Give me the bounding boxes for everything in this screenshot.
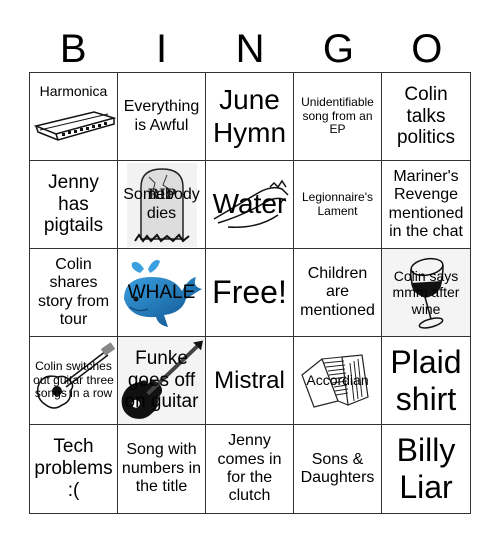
bingo-cell[interactable]: Mariner's Revenge mentioned in the chat bbox=[382, 161, 470, 249]
cell-text: Song with numbers in the title bbox=[121, 441, 202, 496]
cell-text: Mariner's Revenge mentioned in the chat bbox=[388, 167, 464, 240]
cell-text: Plaid shirt bbox=[390, 343, 462, 417]
bingo-cell[interactable]: Billy Liar bbox=[382, 425, 470, 513]
bingo-cell[interactable]: Colin switches out guitar three songs in… bbox=[30, 337, 118, 425]
cell-text: Everything is Awful bbox=[123, 98, 200, 134]
bingo-cell[interactable]: Colin talks politics bbox=[382, 73, 470, 161]
bingo-cell[interactable]: Funke goes off on guitar bbox=[118, 337, 206, 425]
bingo-cell[interactable]: RIP Somebody dies bbox=[118, 161, 206, 249]
cell-text: WHALE bbox=[127, 281, 196, 303]
bingo-cell[interactable]: Sons & Daughters bbox=[294, 425, 382, 513]
bingo-cell[interactable]: Everything is Awful bbox=[118, 73, 206, 161]
cell-text: Jenny has pigtails bbox=[43, 171, 104, 237]
bingo-cell[interactable]: Water bbox=[206, 161, 294, 249]
cell-text: Colin talks politics bbox=[396, 83, 456, 149]
bingo-cell[interactable]: Harmonica bbox=[30, 73, 118, 161]
cell-text: Colin shares story from tour bbox=[37, 255, 110, 328]
cell-text: Jenny comes in for the clutch bbox=[217, 432, 282, 505]
bingo-cell[interactable]: Colin says mmm after wine bbox=[382, 249, 470, 337]
cell-text: Funke goes off on guitar bbox=[124, 347, 199, 413]
cell-text: Billy Liar bbox=[396, 432, 456, 505]
bingo-cell[interactable]: Unidentifiable song from an EP bbox=[294, 73, 382, 161]
bingo-cell[interactable]: Tech problems :( bbox=[30, 425, 118, 513]
cell-text: Somebody dies bbox=[123, 186, 200, 222]
bingo-card: Harmonica Everything is Awful June Hymn … bbox=[29, 72, 471, 514]
bingo-header: B I N G O bbox=[29, 26, 471, 72]
bingo-cell[interactable]: Colin shares story from tour bbox=[30, 249, 118, 337]
bingo-cell[interactable]: Legionnaire's Lament bbox=[294, 161, 382, 249]
header-letter-g: G bbox=[322, 27, 354, 71]
bingo-cell[interactable]: Jenny comes in for the clutch bbox=[206, 425, 294, 513]
cell-text: Tech problems :( bbox=[34, 436, 113, 501]
bingo-cell[interactable]: WHALE bbox=[118, 249, 206, 337]
cell-text: Unidentifiable song from an EP bbox=[301, 94, 374, 137]
cell-text: Accordian bbox=[306, 372, 369, 389]
bingo-cell[interactable]: Mistral bbox=[206, 337, 294, 425]
bingo-cell[interactable]: Children are mentioned bbox=[294, 249, 382, 337]
cell-text: Legionnaire's Lament bbox=[301, 189, 373, 218]
cell-text: Colin says mmm after wine bbox=[392, 268, 460, 317]
header-letter-o: O bbox=[411, 27, 443, 71]
cell-text: Sons & Daughters bbox=[300, 450, 375, 486]
cell-text: Mistral bbox=[214, 366, 285, 394]
cell-text: June Hymn bbox=[212, 84, 287, 148]
bingo-cell[interactable]: Jenny has pigtails bbox=[30, 161, 118, 249]
bingo-cell[interactable]: Song with numbers in the title bbox=[118, 425, 206, 513]
cell-text: Harmonica bbox=[39, 83, 108, 99]
bingo-cell[interactable]: June Hymn bbox=[206, 73, 294, 161]
cell-text: Free! bbox=[212, 274, 287, 311]
header-letter-i: I bbox=[156, 27, 168, 71]
header-letter-n: N bbox=[235, 27, 265, 71]
free-space[interactable]: Free! bbox=[206, 249, 294, 337]
cell-text: Water bbox=[212, 188, 287, 220]
bingo-cell[interactable]: Accordian bbox=[294, 337, 382, 425]
bingo-cell[interactable]: Plaid shirt bbox=[382, 337, 470, 425]
cell-text: Children are mentioned bbox=[300, 264, 375, 319]
cell-text: Colin switches out guitar three songs in… bbox=[33, 358, 114, 401]
header-letter-b: B bbox=[59, 27, 87, 71]
